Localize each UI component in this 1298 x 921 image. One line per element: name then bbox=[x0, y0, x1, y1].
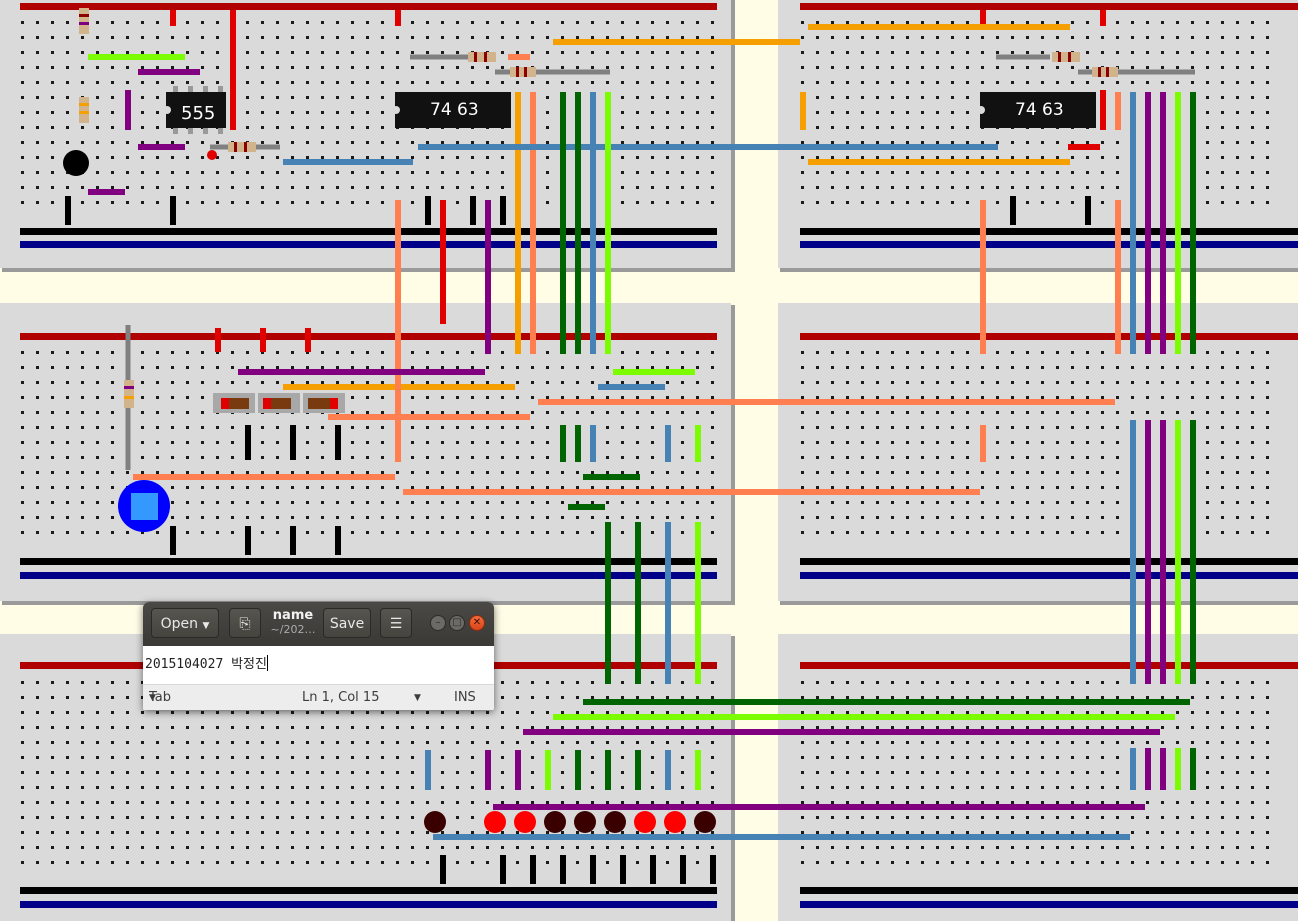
save-button-label: Save bbox=[329, 616, 365, 632]
menu-button[interactable]: ☰ bbox=[380, 608, 412, 638]
close-button[interactable]: ✕ bbox=[469, 615, 485, 631]
chevron-down-icon[interactable]: ▼ bbox=[414, 685, 421, 710]
text-area[interactable]: 2015104027 박정진 bbox=[143, 646, 494, 684]
maximize-button[interactable]: □ bbox=[449, 615, 465, 631]
save-button[interactable]: Save bbox=[323, 608, 371, 638]
new-document-icon: ⎘ bbox=[239, 616, 251, 632]
document-content: 2015104027 박정진 bbox=[145, 653, 268, 672]
maximize-icon: □ bbox=[452, 617, 462, 628]
chip-555-label: 555 bbox=[181, 103, 215, 124]
chip-555[interactable]: 555 bbox=[163, 86, 226, 134]
document-text: 2015104027 박정진 bbox=[145, 657, 267, 672]
text-caret bbox=[266, 655, 268, 671]
minimize-icon: – bbox=[435, 617, 441, 628]
new-document-button[interactable]: ⎘ bbox=[229, 608, 261, 638]
document-title: name bbox=[272, 608, 314, 623]
open-button[interactable]: Open ▼ bbox=[151, 608, 219, 638]
breadboard-canvas[interactable]: 555 74 63 74 63 bbox=[0, 0, 1298, 921]
window-title: name ~/202… bbox=[267, 608, 319, 637]
text-editor-window: Open ▼ ⎘ name ~/202… Save ☰ – □ ✕ 201510… bbox=[143, 602, 494, 710]
chip-7463-left-label: 74 63 bbox=[430, 100, 479, 120]
insert-mode: INS bbox=[454, 690, 476, 705]
chip-7463-left[interactable]: 74 63 bbox=[392, 92, 511, 128]
open-button-label: Open bbox=[160, 616, 199, 632]
document-path: ~/202… bbox=[270, 623, 316, 636]
dip-switches[interactable] bbox=[213, 393, 345, 413]
chip-7463-right[interactable]: 74 63 bbox=[977, 92, 1096, 128]
cursor-position: Ln 1, Col 15 bbox=[302, 690, 380, 705]
minimize-button[interactable]: – bbox=[430, 615, 446, 631]
chevron-down-icon: ▼ bbox=[202, 621, 210, 631]
status-bar: Tab Width: 8 ▼ Ln 1, Col 15 ▼ INS bbox=[143, 684, 494, 710]
hamburger-icon: ☰ bbox=[389, 616, 403, 632]
close-icon: ✕ bbox=[472, 617, 482, 628]
hole-grid bbox=[20, 12, 1280, 875]
header-bar: Open ▼ ⎘ name ~/202… Save ☰ – □ ✕ bbox=[143, 602, 494, 646]
chip-7463-right-label: 74 63 bbox=[1015, 100, 1064, 120]
push-button[interactable] bbox=[118, 480, 170, 532]
chevron-down-icon: ▼ bbox=[149, 693, 156, 703]
